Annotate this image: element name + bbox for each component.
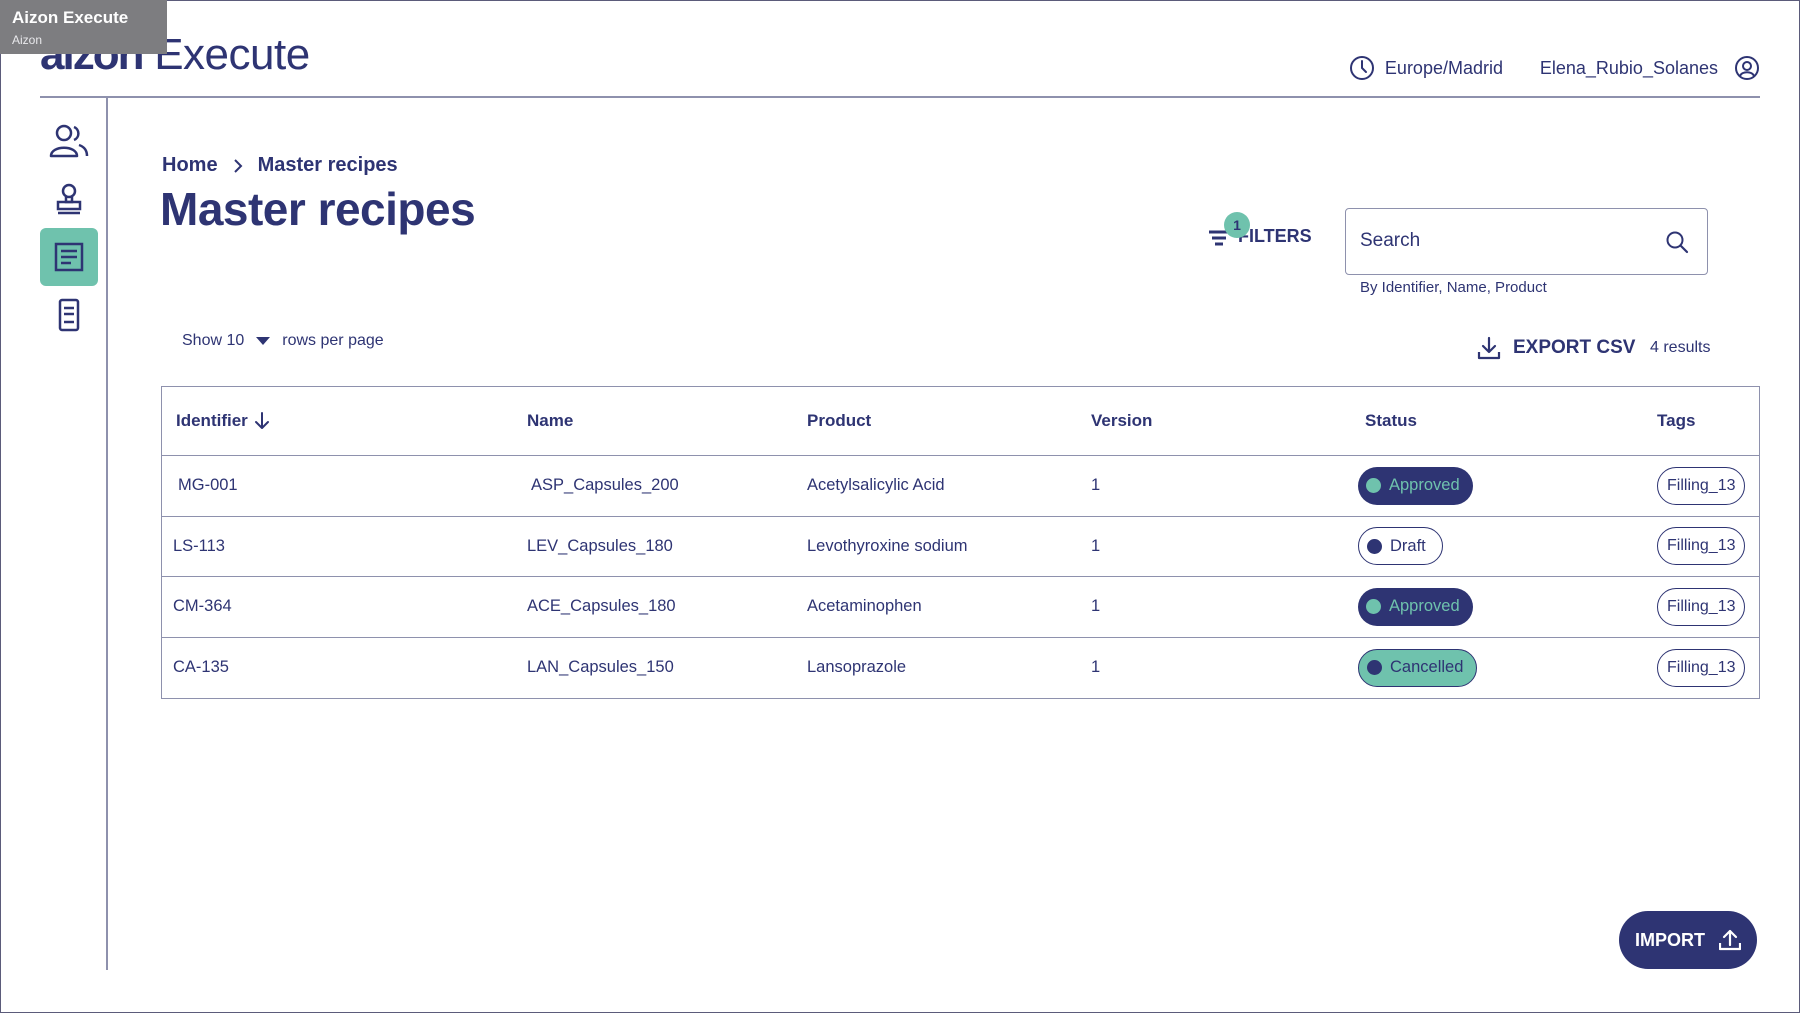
tag-chip[interactable]: Filling_13: [1657, 527, 1746, 566]
status-label: Approved: [1389, 597, 1460, 616]
breadcrumb-current: Master recipes: [257, 154, 398, 176]
window-title: Aizon Execute: [12, 8, 129, 27]
rows-per-page-select[interactable]: Show 10: [182, 332, 271, 350]
table-row[interactable]: CM-364 ACE_Capsules_180 Acetaminophen 1 …: [162, 577, 1759, 638]
cell-product: Acetylsalicylic Acid: [807, 476, 945, 495]
user-menu[interactable]: Elena_Rubio_Solanes: [1540, 55, 1760, 81]
caret-down-icon: [256, 337, 271, 345]
search-field: [1345, 208, 1708, 275]
status-badge[interactable]: Draft: [1358, 527, 1443, 566]
tag-chip[interactable]: Filling_13: [1657, 466, 1746, 505]
status-dot: [1366, 599, 1381, 615]
chevron-right-icon: [233, 158, 242, 173]
status-badge[interactable]: Approved: [1358, 466, 1473, 505]
user-avatar-icon: [1735, 56, 1759, 80]
window-title-tooltip: Aizon Execute Aizon: [0, 0, 167, 54]
window-subtitle: Aizon: [12, 33, 43, 47]
status-label: Approved: [1389, 476, 1460, 495]
cell-name: ACE_Capsules_180: [527, 597, 676, 616]
document-list-icon: [54, 242, 84, 272]
sidebar: [40, 98, 108, 970]
clock-icon: [1349, 56, 1374, 80]
cell-status: Draft: [1358, 517, 1443, 577]
rows-per-page-control: Show 10 rows per page: [182, 332, 384, 350]
export-csv-button[interactable]: EXPORT CSV: [1477, 336, 1635, 360]
sidebar-item-approvals[interactable]: [40, 170, 98, 228]
table-header: Identifier Name Product Version Status T…: [162, 387, 1759, 456]
import-button[interactable]: IMPORT: [1619, 911, 1757, 969]
cell-tags: Filling_13: [1657, 456, 1746, 516]
column-header-version[interactable]: Version: [1091, 387, 1152, 455]
download-icon: [1477, 336, 1501, 360]
column-header-name[interactable]: Name: [527, 387, 573, 455]
breadcrumb: Home Master recipes: [162, 154, 398, 177]
master-recipes-table: Identifier Name Product Version Status T…: [161, 386, 1760, 699]
rows-per-page-suffix: rows per page: [282, 332, 384, 349]
cell-identifier: CA-135: [173, 658, 229, 677]
column-header-identifier-label: Identifier: [176, 411, 248, 430]
cell-name: ASP_Capsules_200: [531, 476, 679, 495]
tag-chip[interactable]: Filling_13: [1657, 648, 1746, 687]
status-dot: [1367, 538, 1382, 554]
cell-version: 1: [1091, 476, 1101, 495]
sidebar-item-master-recipes[interactable]: [40, 228, 98, 286]
filter-count-badge: 1: [1224, 212, 1250, 238]
status-label: Draft: [1390, 536, 1426, 555]
breadcrumb-home[interactable]: Home: [162, 154, 218, 177]
users-icon: [49, 124, 89, 158]
upload-icon: [1719, 929, 1741, 951]
cell-status: Approved: [1358, 456, 1473, 516]
cell-product: Lansoprazole: [807, 658, 907, 677]
cell-name: LAN_Capsules_150: [527, 658, 674, 677]
rows-per-page-value: Show 10: [182, 332, 245, 349]
import-label: IMPORT: [1635, 929, 1705, 950]
status-dot: [1366, 478, 1381, 494]
export-csv-label: EXPORT CSV: [1513, 337, 1636, 358]
status-badge[interactable]: Approved: [1358, 587, 1473, 626]
device-icon: [58, 298, 80, 332]
cell-identifier: CM-364: [173, 597, 232, 616]
column-header-tags[interactable]: Tags: [1657, 387, 1695, 455]
status-badge[interactable]: Cancelled: [1358, 648, 1478, 687]
stamp-icon: [56, 183, 82, 215]
search-icon[interactable]: [1665, 230, 1689, 254]
cell-version: 1: [1091, 658, 1101, 677]
table-row[interactable]: MG-001 ASP_Capsules_200 Acetylsalicylic …: [162, 456, 1759, 517]
timezone-selector[interactable]: Europe/Madrid: [1349, 55, 1503, 81]
column-header-product[interactable]: Product: [807, 387, 871, 455]
username: Elena_Rubio_Solanes: [1539, 57, 1718, 78]
cell-product: Levothyroxine sodium: [807, 536, 968, 555]
status-label: Cancelled: [1390, 658, 1464, 677]
search-hint: By Identifier, Name, Product: [1360, 279, 1547, 296]
cell-version: 1: [1091, 536, 1101, 555]
cell-identifier: MG-001: [178, 476, 238, 495]
cell-status: Cancelled: [1358, 638, 1478, 699]
cell-identifier: LS-113: [173, 536, 225, 555]
table-row[interactable]: CA-135 LAN_Capsules_150 Lansoprazole 1 C…: [162, 638, 1759, 699]
logo-product: Execute: [154, 30, 310, 79]
results-count: 4 results: [1650, 339, 1711, 356]
cell-tags: Filling_13: [1657, 638, 1746, 699]
page-title: Master recipes: [160, 183, 476, 235]
cell-tags: Filling_13: [1657, 517, 1746, 577]
column-header-status[interactable]: Status: [1365, 387, 1417, 455]
app-header: aizon Execute Europe/Madrid Elena_Rubio_…: [40, 0, 1760, 98]
cell-version: 1: [1091, 597, 1101, 616]
table-row[interactable]: LS-113 LEV_Capsules_180 Levothyroxine so…: [162, 517, 1759, 577]
timezone-label: Europe/Madrid: [1384, 57, 1503, 78]
status-dot: [1367, 660, 1382, 676]
cell-tags: Filling_13: [1657, 577, 1746, 637]
tag-chip[interactable]: Filling_13: [1657, 587, 1746, 626]
sidebar-item-users[interactable]: [40, 112, 98, 170]
cell-name: LEV_Capsules_180: [527, 536, 673, 555]
sidebar-item-devices[interactable]: [40, 286, 98, 344]
search-input[interactable]: [1360, 209, 1650, 273]
cell-product: Acetaminophen: [807, 597, 922, 616]
filters-button[interactable]: 1 FILTERS: [1208, 212, 1312, 247]
sort-arrow-down-icon: [254, 412, 269, 429]
cell-status: Approved: [1358, 577, 1473, 637]
column-header-identifier[interactable]: Identifier: [176, 387, 270, 455]
